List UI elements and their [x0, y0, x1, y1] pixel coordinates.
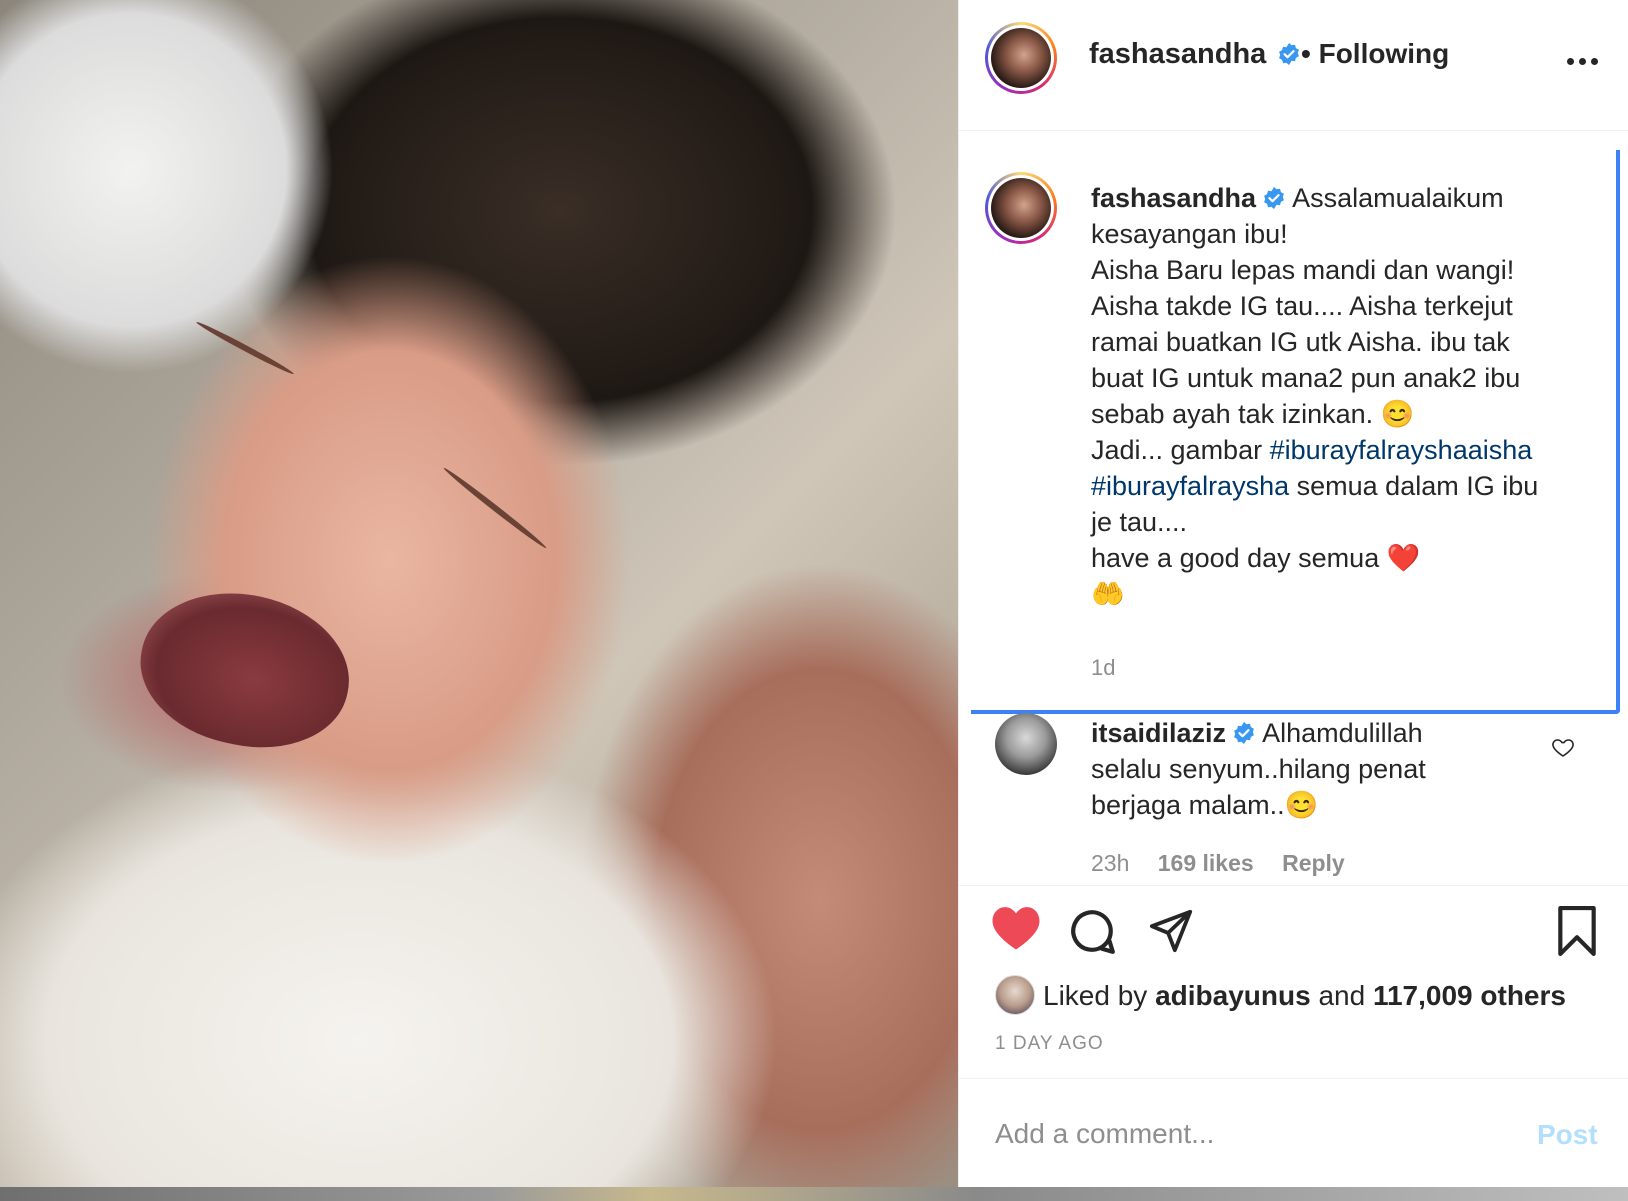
- commenter-avatar[interactable]: [995, 713, 1057, 775]
- background-feed-strip: [0, 1187, 1628, 1201]
- caption-line: Aisha Baru lepas mandi dan wangi!: [1091, 255, 1515, 285]
- likes-summary: Liked by adibayunus and 117,009 others: [995, 975, 1566, 1015]
- post-time-ago[interactable]: 1 DAY AGO: [995, 1033, 1104, 1055]
- comment-icon[interactable]: [1067, 906, 1117, 956]
- comment-meta: 23h 169 likes Reply: [1091, 850, 1367, 877]
- reply-button[interactable]: Reply: [1282, 850, 1345, 876]
- photo-eye-right: [441, 465, 549, 551]
- actions-divider: [959, 885, 1628, 886]
- comment-likes[interactable]: 169 likes: [1158, 850, 1254, 876]
- hashtag-link[interactable]: #iburayfalraysha: [1091, 471, 1289, 501]
- caption-timestamp[interactable]: 1d: [1091, 655, 1115, 680]
- following-button[interactable]: Following: [1319, 38, 1450, 69]
- author-username-row: fashasandha: [1089, 38, 1301, 71]
- heart-icon[interactable]: [991, 905, 1041, 951]
- photo-eye-left: [195, 319, 295, 377]
- caption-line: Aisha takde IG tau.... Aisha terkejut: [1091, 291, 1513, 321]
- photo-mouth: [126, 574, 364, 766]
- separator-dot: •: [1301, 38, 1311, 69]
- caption-line: kesayangan ibu!: [1091, 219, 1288, 249]
- caption-line: sebab ayah tak izinkan. 😊: [1091, 399, 1415, 429]
- caption-line: ramai buatkan IG utk Aisha. ibu tak: [1091, 327, 1510, 357]
- caption-line: have a good day semua ❤️: [1091, 543, 1421, 573]
- follow-status[interactable]: • Following: [1301, 38, 1449, 70]
- liked-by-user[interactable]: adibayunus: [1155, 980, 1311, 1011]
- liker-avatar[interactable]: [995, 975, 1035, 1015]
- verified-icon: [1234, 722, 1254, 744]
- more-options-icon[interactable]: [1563, 48, 1603, 78]
- verified-icon: [1264, 187, 1284, 209]
- share-icon[interactable]: [1147, 908, 1195, 954]
- caption-line: Jadi... gambar: [1091, 435, 1263, 465]
- caption-line: buat IG untuk mana2 pun anak2 ibu: [1091, 363, 1521, 393]
- hashtag-link[interactable]: #iburayfalrayshaaisha: [1270, 435, 1533, 465]
- author-avatar[interactable]: [985, 22, 1057, 94]
- likes-conjunction: and: [1318, 980, 1366, 1011]
- comment-like-icon[interactable]: [1551, 735, 1575, 759]
- post-side-panel: fashasandha • Following fashasandha Assa…: [958, 0, 1628, 1187]
- post-comment-button[interactable]: Post: [1537, 1119, 1598, 1151]
- comment-input[interactable]: [993, 1109, 1497, 1159]
- caption-line: je tau....: [1091, 507, 1188, 537]
- post-caption: fashasandha Assalamualaikum kesayangan i…: [1091, 180, 1591, 686]
- caption-line: 🤲: [1091, 579, 1125, 609]
- post-header: fashasandha • Following: [959, 0, 1628, 131]
- add-comment-bar: Post: [959, 1078, 1628, 1188]
- comment-time[interactable]: 23h: [1091, 850, 1129, 876]
- caption-author-avatar[interactable]: [985, 172, 1057, 244]
- comment-body: itsaidilaziz Alhamdulillah selalu senyum…: [1091, 715, 1521, 823]
- verified-icon: [1278, 43, 1299, 65]
- likes-others[interactable]: 117,009 others: [1373, 980, 1566, 1011]
- author-username[interactable]: fashasandha: [1089, 38, 1266, 70]
- bookmark-icon[interactable]: [1555, 906, 1599, 956]
- comment-text-first: Alhamdulillah: [1262, 718, 1423, 748]
- caption-username[interactable]: fashasandha: [1091, 183, 1256, 213]
- caption-line: semua dalam IG ibu: [1296, 471, 1539, 501]
- post-photo[interactable]: [0, 0, 958, 1187]
- comment-text-rest: selalu senyum..hilang penat berjaga mala…: [1091, 754, 1426, 820]
- caption-line: Assalamualaikum: [1292, 183, 1504, 213]
- likes-prefix: Liked by: [1043, 980, 1148, 1011]
- commenter-username[interactable]: itsaidilaziz: [1091, 718, 1226, 748]
